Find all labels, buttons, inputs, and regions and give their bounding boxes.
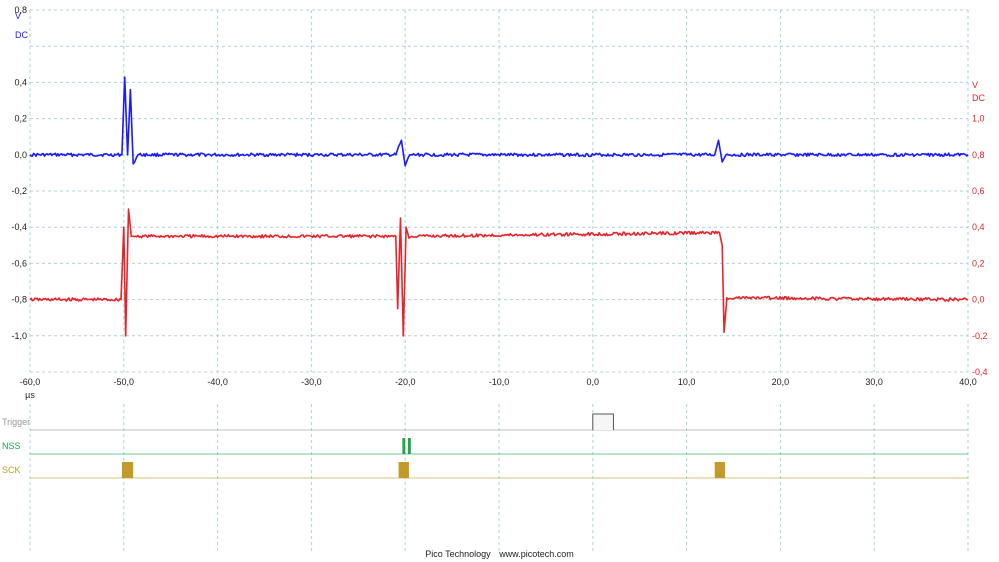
right-tick-label: -0,2 — [972, 331, 988, 341]
x-tick-label: -60,0 — [20, 377, 41, 387]
footer: Pico Technology www.picotech.com — [0, 549, 999, 559]
x-tick-label: 20,0 — [772, 377, 790, 387]
footer-url: www.picotech.com — [499, 549, 574, 559]
channel-label-trigger: Trigger — [2, 417, 30, 427]
left-voltage-axis: VDC0,80,40,20,0-0,2-0,4-0,6-0,8-1,0 — [11, 5, 28, 341]
right-tick-label: 0,2 — [972, 258, 985, 268]
right-axis-coupling: DC — [972, 93, 985, 103]
x-tick-label: -40,0 — [207, 377, 228, 387]
sck-pulse — [398, 462, 409, 478]
x-tick-label: -50,0 — [114, 377, 135, 387]
left-tick-label: 0,0 — [14, 150, 27, 160]
nss-pulse — [402, 438, 406, 454]
time-axis: -60,0 -50,0 -40,0 -30,0 -20,0 -10,0 0,0 10,0 20,… — [20, 377, 977, 400]
left-tick-label: 0,2 — [14, 114, 27, 124]
right-tick-label: 0,4 — [972, 222, 985, 232]
sck-pulse — [714, 462, 726, 478]
grid-lines — [29, 9, 969, 552]
channel-label-nss: NSS — [2, 441, 21, 451]
right-voltage-axis: V DC 1,0 0,8 0,6 0,4 0,2 0,0 -0,2 -0,4 — [972, 80, 988, 377]
x-tick-label: -20,0 — [395, 377, 416, 387]
right-tick-label: 0,0 — [972, 295, 985, 305]
left-tick-label: -0,4 — [11, 222, 27, 232]
channel-label-sck: SCK — [2, 465, 21, 475]
footer-brand: Pico Technology — [425, 549, 491, 559]
x-tick-label: 30,0 — [865, 377, 883, 387]
x-tick-label: 0,0 — [587, 377, 600, 387]
left-tick-label: -0,8 — [11, 295, 27, 305]
x-tick-label: -10,0 — [489, 377, 510, 387]
digital-channels: Trigger NSS SCK — [2, 413, 968, 479]
x-axis-unit: µs — [25, 390, 35, 400]
nss-pulse — [408, 438, 411, 454]
right-tick-label: 0,6 — [972, 186, 985, 196]
left-axis-coupling: DC — [15, 30, 28, 40]
right-tick-label: 1,0 — [972, 114, 985, 124]
x-tick-label: -30,0 — [301, 377, 322, 387]
x-tick-label: 40,0 — [959, 377, 977, 387]
oscilloscope-view: V DC 0,8 0,4 0,2 0,0 -0,2 -0,4 -0,6 -0,8 -1,0 V DC 1… — [2, 5, 988, 552]
right-axis-unit: V — [972, 80, 978, 90]
left-tick-label: -0,6 — [11, 258, 27, 268]
right-tick-label: 0,8 — [972, 150, 985, 160]
left-tick-label: -1,0 — [11, 331, 27, 341]
left-tick-label: 0,8 — [14, 5, 27, 15]
left-tick-label: 0,4 — [14, 77, 27, 87]
right-tick-label: -0,4 — [972, 367, 988, 377]
x-tick-label: 10,0 — [678, 377, 696, 387]
analog-traces — [29, 76, 969, 337]
trigger-pulse — [592, 413, 614, 430]
left-tick-label: -0,2 — [11, 186, 27, 196]
sck-pulse — [121, 462, 134, 478]
